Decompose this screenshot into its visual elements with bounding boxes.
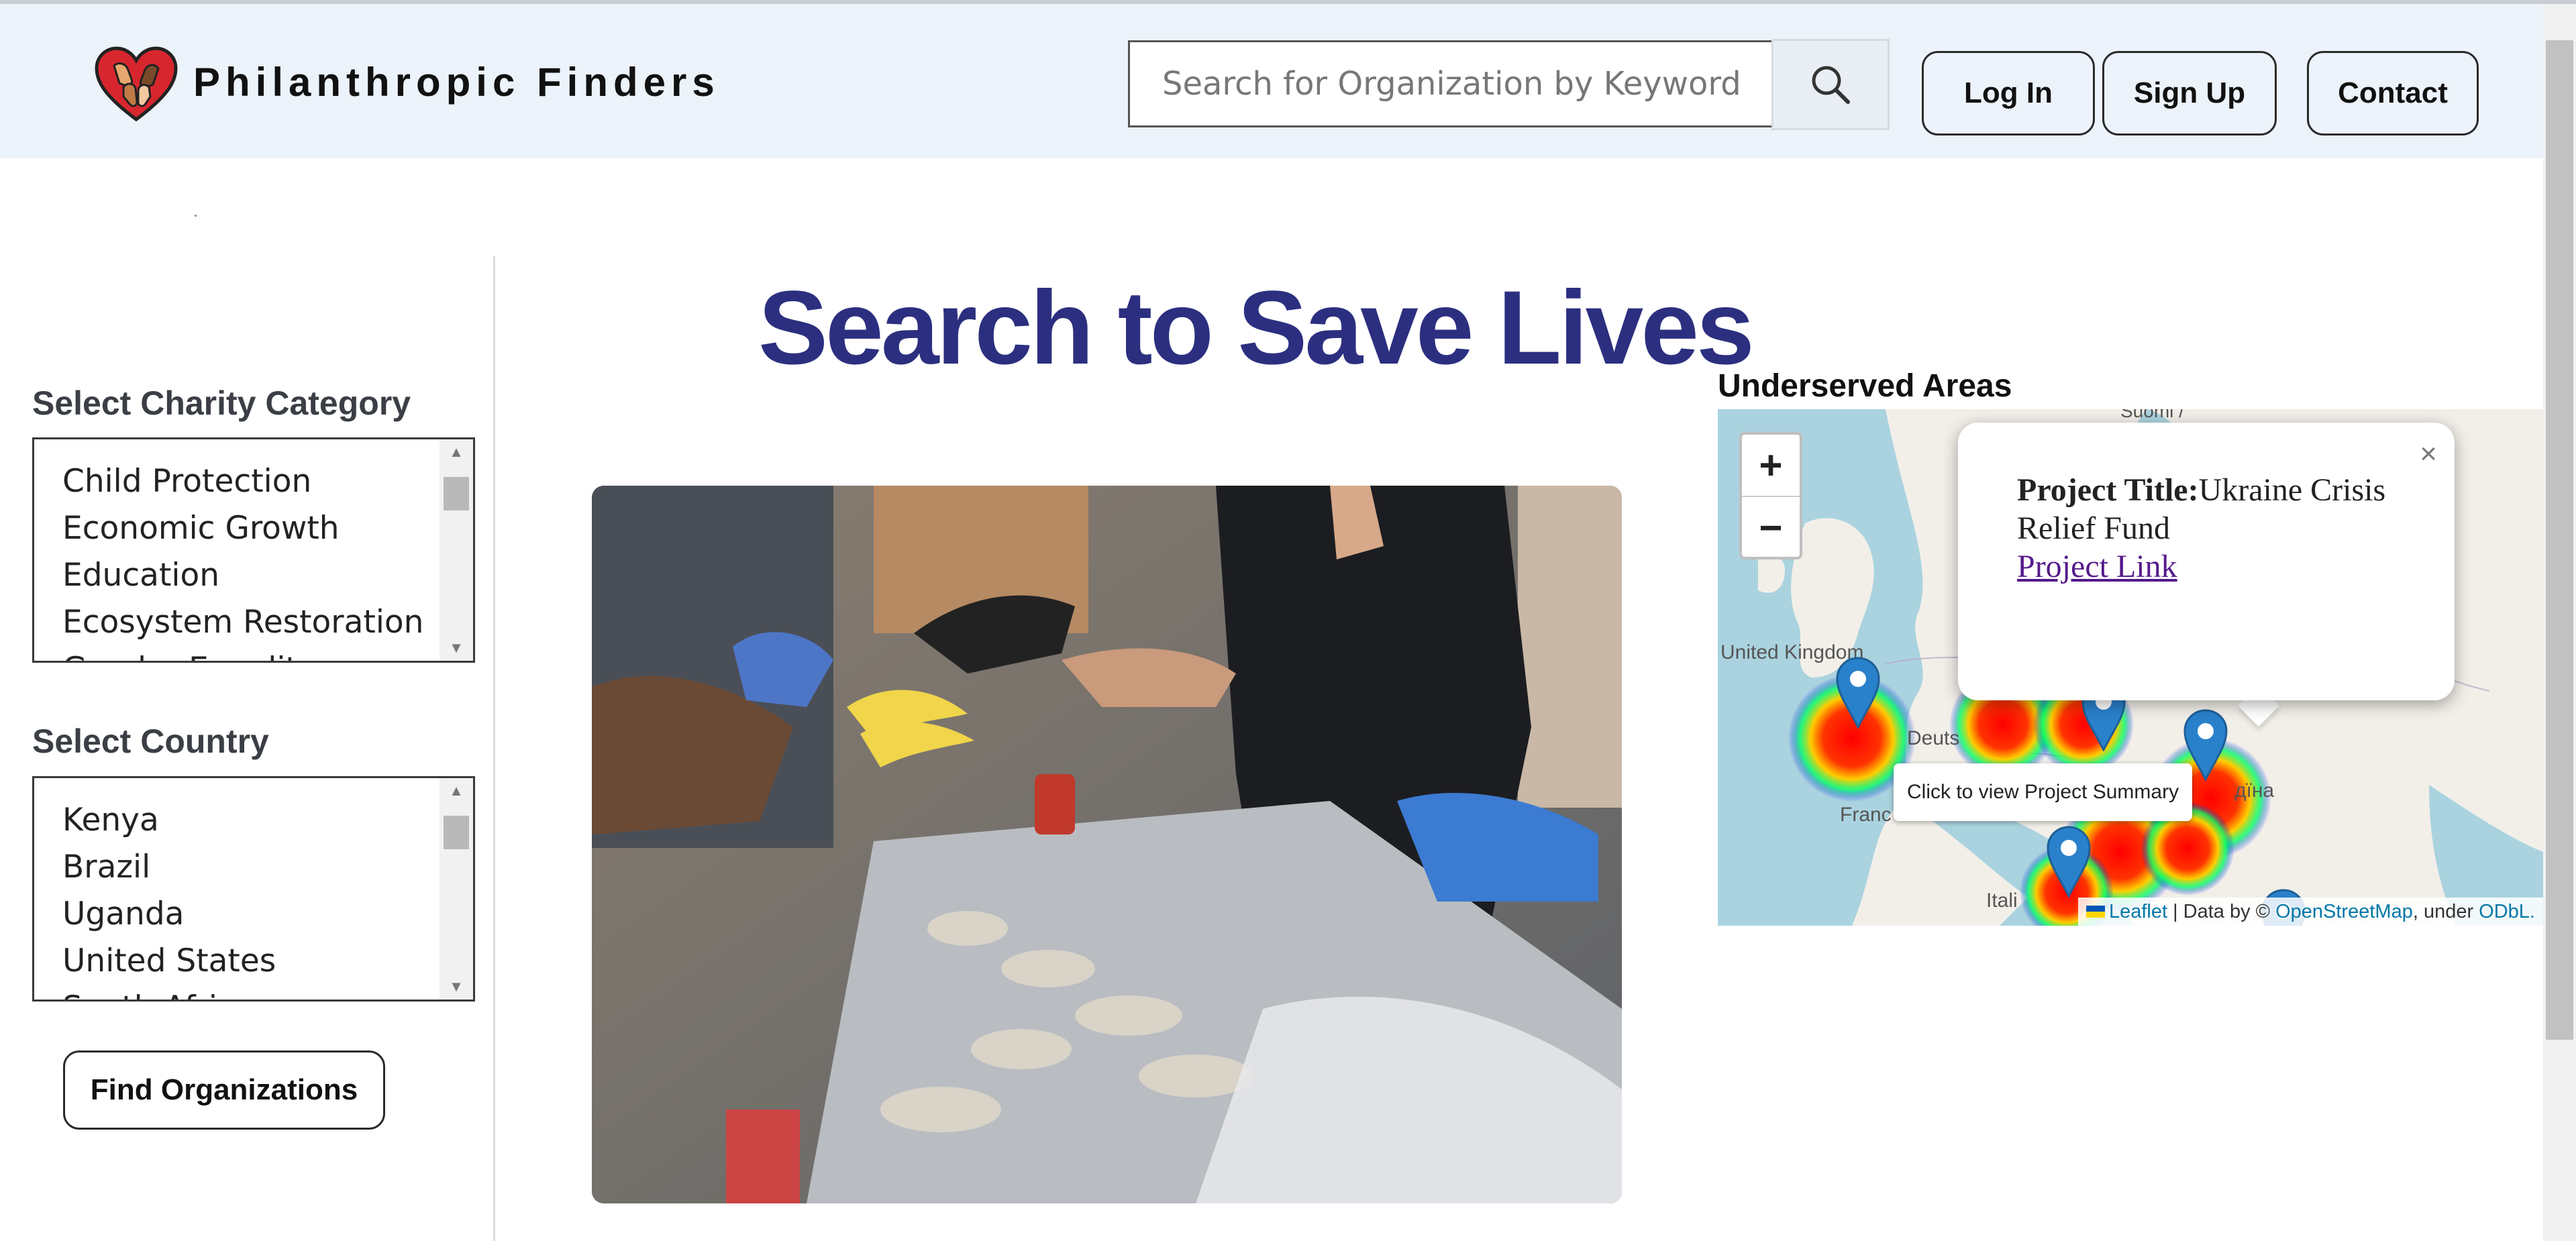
map-label: Underserved Areas [1718,368,2012,404]
category-options: Child Protection Economic Growth Educati… [62,458,423,661]
category-option[interactable]: Education [62,552,423,599]
country-option[interactable]: Kenya [62,797,276,844]
scrollbar-thumb[interactable] [444,816,469,849]
country-listbox[interactable]: Kenya Brazil Uganda United States South … [32,776,475,1002]
country-options: Kenya Brazil Uganda United States South … [62,797,276,1000]
hero-photo [592,486,1622,1203]
odbl-link[interactable]: ODbL. [2479,901,2535,923]
attribution-text: | Data by © [2167,900,2276,922]
map-place-label: Itali [1986,889,2018,912]
leaflet-link[interactable]: Leaflet [2109,901,2167,923]
map-place-label: Deuts [1907,727,1959,749]
category-scrollbar[interactable]: ▲ ▼ [440,439,473,661]
leaflet-map[interactable]: United Kingdom Deuts Franc Itali Suomi /… [1718,409,2543,926]
search-icon [1812,66,1850,104]
map-marker-icon[interactable] [1835,656,1882,729]
map-place-label: Suomi / [2120,409,2184,421]
zoom-in-button[interactable]: + [1742,435,1800,496]
stray-dot [195,215,197,217]
page-scrollbar[interactable] [2543,4,2576,1241]
scroll-up-icon[interactable]: ▲ [440,782,473,800]
map-marker-icon[interactable] [2045,825,2092,898]
category-option[interactable]: Economic Growth [62,505,423,552]
project-link[interactable]: Project Link [2017,549,2177,584]
map-place-label: дїна [2234,779,2274,802]
osm-link[interactable]: OpenStreetMap [2275,901,2413,923]
attribution-under: , under [2412,900,2479,922]
heart-hands-icon[interactable] [94,46,178,123]
country-option[interactable]: Brazil [62,844,276,891]
ukraine-flag-icon [2085,906,2105,918]
country-option[interactable]: United States [62,938,276,985]
category-option[interactable]: Child Protection [62,458,423,505]
signup-button[interactable]: Sign Up [2102,51,2277,136]
food-drive-image [592,486,1622,1203]
category-option[interactable]: Ecosystem Restoration [62,599,423,646]
search-button[interactable] [1771,39,1890,130]
map-popup: × Project Title:Ukraine Crisis Relief Fu… [1958,423,2455,700]
sidebar-divider [493,256,495,1241]
category-option[interactable]: Gender Equality [62,646,423,661]
page-scrollbar-thumb[interactable] [2546,40,2573,1040]
find-organizations-button[interactable]: Find Organizations [63,1050,385,1130]
map-place-label: Franc [1840,804,1892,826]
category-listbox[interactable]: Child Protection Economic Growth Educati… [32,437,475,663]
search-box [1128,40,1773,127]
scroll-up-icon[interactable]: ▲ [440,443,473,461]
brand-name[interactable]: Philanthropic Finders [193,59,720,105]
popup-close-button[interactable]: × [2420,437,2437,471]
login-button[interactable]: Log In [1922,51,2095,136]
scroll-down-icon[interactable]: ▼ [440,978,473,995]
scroll-down-icon[interactable]: ▼ [440,639,473,657]
marker-tooltip: Click to view Project Summary [1894,763,2193,821]
zoom-control: + − [1739,432,1802,559]
country-label: Select Country [32,722,269,760]
popup-content: Project Title:Ukraine Crisis Relief Fund… [2017,471,2420,586]
category-label: Select Charity Category [32,384,411,422]
country-option[interactable]: South Africa [62,985,276,1000]
scrollbar-thumb[interactable] [444,477,469,510]
search-input[interactable] [1130,42,1771,125]
popup-title-label: Project Title: [2017,472,2199,508]
map-attribution: Leaflet | Data by © OpenStreetMap , unde… [2077,898,2543,926]
contact-button[interactable]: Contact [2307,51,2479,136]
page-title: Search to Save Lives [758,270,1755,386]
zoom-out-button[interactable]: − [1742,496,1800,557]
country-option[interactable]: Uganda [62,891,276,938]
site-header: Philanthropic Finders Log In Sign Up Con… [0,4,2543,158]
country-scrollbar[interactable]: ▲ ▼ [440,778,473,1000]
